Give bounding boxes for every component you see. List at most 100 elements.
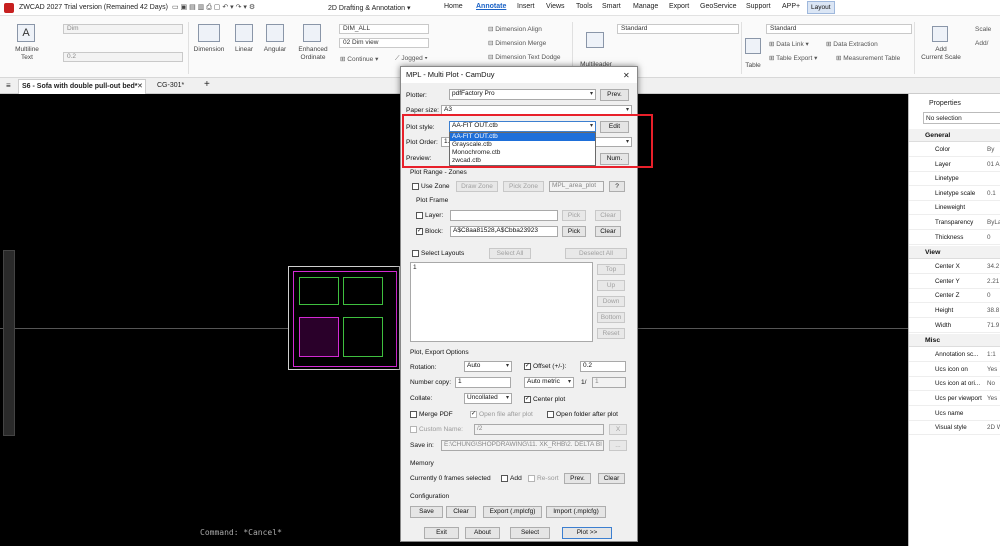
- dimension-icon[interactable]: [198, 24, 220, 42]
- dimension-merge-button[interactable]: ⊟ Dimension Merge: [488, 39, 546, 47]
- doc-tab-active[interactable]: S6 - Sofa with double pull-out bed* ✕: [18, 79, 146, 94]
- measurement-table-button[interactable]: ⊞ Measurement Table: [836, 54, 900, 62]
- jogged-button[interactable]: ⟋ Jogged ▾: [395, 55, 428, 63]
- linear-icon[interactable]: [235, 24, 253, 42]
- layer-checkbox[interactable]: [416, 212, 423, 219]
- dim-layer-combo[interactable]: DIM_ALL: [339, 24, 429, 34]
- layer-pick-button[interactable]: Pick: [562, 210, 586, 221]
- property-row[interactable]: Ucs per viewport Yes: [909, 392, 1000, 406]
- exit-button[interactable]: Exit: [424, 527, 459, 539]
- draw-zone-button[interactable]: Draw Zone: [456, 181, 498, 192]
- select-layouts-checkbox[interactable]: [412, 250, 419, 257]
- dimension-text-dodge-button[interactable]: ⊟ Dimension Text Dodge: [488, 53, 561, 61]
- metric-select[interactable]: Auto metric ▾: [524, 377, 574, 388]
- open-file-checkbox[interactable]: ✓: [470, 411, 477, 418]
- memory-prev-button[interactable]: Prev.: [564, 473, 591, 484]
- bottom-button[interactable]: Bottom: [597, 312, 625, 323]
- menu-support[interactable]: Support: [746, 3, 771, 10]
- edit-button[interactable]: Edit: [600, 121, 629, 133]
- ratio-field[interactable]: 1: [592, 377, 626, 388]
- close-icon[interactable]: ✕: [623, 71, 630, 80]
- menu-icon[interactable]: ≡: [6, 81, 11, 90]
- data-extraction-button[interactable]: ⊞ Data Extraction: [826, 40, 878, 48]
- multileader-icon[interactable]: [586, 32, 604, 48]
- import-config-button[interactable]: Import (.mplcfg): [546, 506, 606, 518]
- custom-name-field[interactable]: /2: [474, 424, 604, 435]
- properties-section[interactable]: Misc: [909, 334, 1000, 348]
- property-row[interactable]: Visual style 2D W: [909, 421, 1000, 436]
- angular-icon[interactable]: [266, 24, 284, 42]
- plot-style-option[interactable]: Grayscale.ctb: [450, 141, 595, 149]
- add-scale-button[interactable]: Add/: [975, 40, 988, 47]
- block-clear-button[interactable]: Clear: [595, 226, 621, 237]
- table-export-button[interactable]: ⊞ Table Export ▾: [769, 54, 817, 62]
- layout-list-item[interactable]: 1: [413, 264, 417, 271]
- property-row[interactable]: Transparency ByLa: [909, 216, 1000, 230]
- collate-select[interactable]: Uncollated ▾: [464, 393, 512, 404]
- rotation-select[interactable]: Auto ▾: [464, 361, 512, 372]
- menu-layout[interactable]: Layout: [807, 1, 835, 14]
- select-all-button[interactable]: Select All: [489, 248, 531, 259]
- custom-name-clear-button[interactable]: X: [609, 424, 627, 435]
- top-button[interactable]: Top: [597, 264, 625, 275]
- property-row[interactable]: Center Y 2.21: [909, 275, 1000, 289]
- menu-smart[interactable]: Smart: [602, 3, 621, 10]
- properties-section[interactable]: View: [909, 246, 1000, 260]
- plot-button[interactable]: Plot >>: [562, 527, 612, 539]
- menu-app-plus[interactable]: APP+: [782, 3, 800, 10]
- offset-checkbox[interactable]: ✓: [524, 363, 531, 370]
- menu-insert[interactable]: Insert: [517, 3, 535, 10]
- export-config-button[interactable]: Export (.mplcfg): [483, 506, 542, 518]
- config-clear-button[interactable]: Clear: [446, 506, 476, 518]
- config-save-button[interactable]: Save: [410, 506, 443, 518]
- up-button[interactable]: Up: [597, 280, 625, 291]
- menu-geoservice[interactable]: GeoService: [700, 3, 737, 10]
- quick-access-toolbar[interactable]: ▭ ▣ ▤ ▥ ⎙ ▢ ↶ ▾ ↷ ▾ ⚙: [172, 3, 255, 12]
- property-row[interactable]: Ucs icon on Yes: [909, 363, 1000, 377]
- enhanced-ordinate-icon[interactable]: [303, 24, 321, 42]
- reset-button[interactable]: Reset: [597, 328, 625, 339]
- dim-style-combo[interactable]: Dim: [63, 24, 183, 34]
- property-row[interactable]: Thickness 0: [909, 231, 1000, 245]
- select-button[interactable]: Select: [510, 527, 550, 539]
- property-row[interactable]: Ucs icon at ori... No: [909, 377, 1000, 392]
- menu-views[interactable]: Views: [546, 3, 565, 10]
- property-row[interactable]: Annotation sc... 1:1: [909, 348, 1000, 363]
- plot-style-option[interactable]: zwcad.ctb: [450, 157, 595, 165]
- doc-tab-cg301[interactable]: CG-301*: [157, 82, 184, 89]
- menu-home[interactable]: Home: [444, 3, 463, 10]
- property-row[interactable]: Width 71.9: [909, 319, 1000, 333]
- command-line[interactable]: Command: *Cancel*: [200, 528, 282, 537]
- property-row[interactable]: Center X 34.2: [909, 260, 1000, 275]
- property-row[interactable]: Linetype scale 0.1: [909, 187, 1000, 201]
- menu-manage[interactable]: Manage: [633, 3, 658, 10]
- about-button[interactable]: About: [465, 527, 500, 539]
- close-tab-icon[interactable]: ✕: [137, 82, 143, 90]
- add-scale-icon[interactable]: [932, 26, 948, 42]
- menu-annotate[interactable]: Annotate: [476, 3, 506, 10]
- property-row[interactable]: Ucs name: [909, 407, 1000, 421]
- add-checkbox[interactable]: [501, 475, 508, 482]
- open-folder-checkbox[interactable]: [547, 411, 554, 418]
- resort-checkbox[interactable]: [528, 475, 535, 482]
- property-row[interactable]: Center Z 0: [909, 289, 1000, 304]
- scale-button[interactable]: Scale: [975, 26, 991, 33]
- dim-scale-combo[interactable]: 0.2: [63, 52, 183, 62]
- center-plot-checkbox[interactable]: ✓: [524, 396, 531, 403]
- menu-export[interactable]: Export: [669, 3, 689, 10]
- continue-button[interactable]: ⊞ Continue ▾: [340, 55, 378, 63]
- menu-tools[interactable]: Tools: [576, 3, 592, 10]
- multiline-text-icon[interactable]: A: [17, 24, 35, 42]
- num-button[interactable]: Num.: [600, 153, 629, 165]
- mleader-style-combo[interactable]: Standard: [617, 24, 739, 34]
- properties-section[interactable]: General: [909, 129, 1000, 142]
- block-checkbox[interactable]: ✓: [416, 228, 423, 235]
- dimension-align-button[interactable]: ⊟ Dimension Align: [488, 25, 542, 33]
- custom-name-checkbox[interactable]: [410, 426, 417, 433]
- pick-zone-button[interactable]: Pick Zone: [503, 181, 544, 192]
- new-tab-icon[interactable]: +: [204, 79, 210, 90]
- property-row[interactable]: Color By: [909, 143, 1000, 157]
- property-row[interactable]: Height 38.8: [909, 304, 1000, 318]
- prev-button[interactable]: Prev.: [600, 89, 629, 101]
- workspace-selector[interactable]: 2D Drafting & Annotation ▾: [328, 4, 411, 12]
